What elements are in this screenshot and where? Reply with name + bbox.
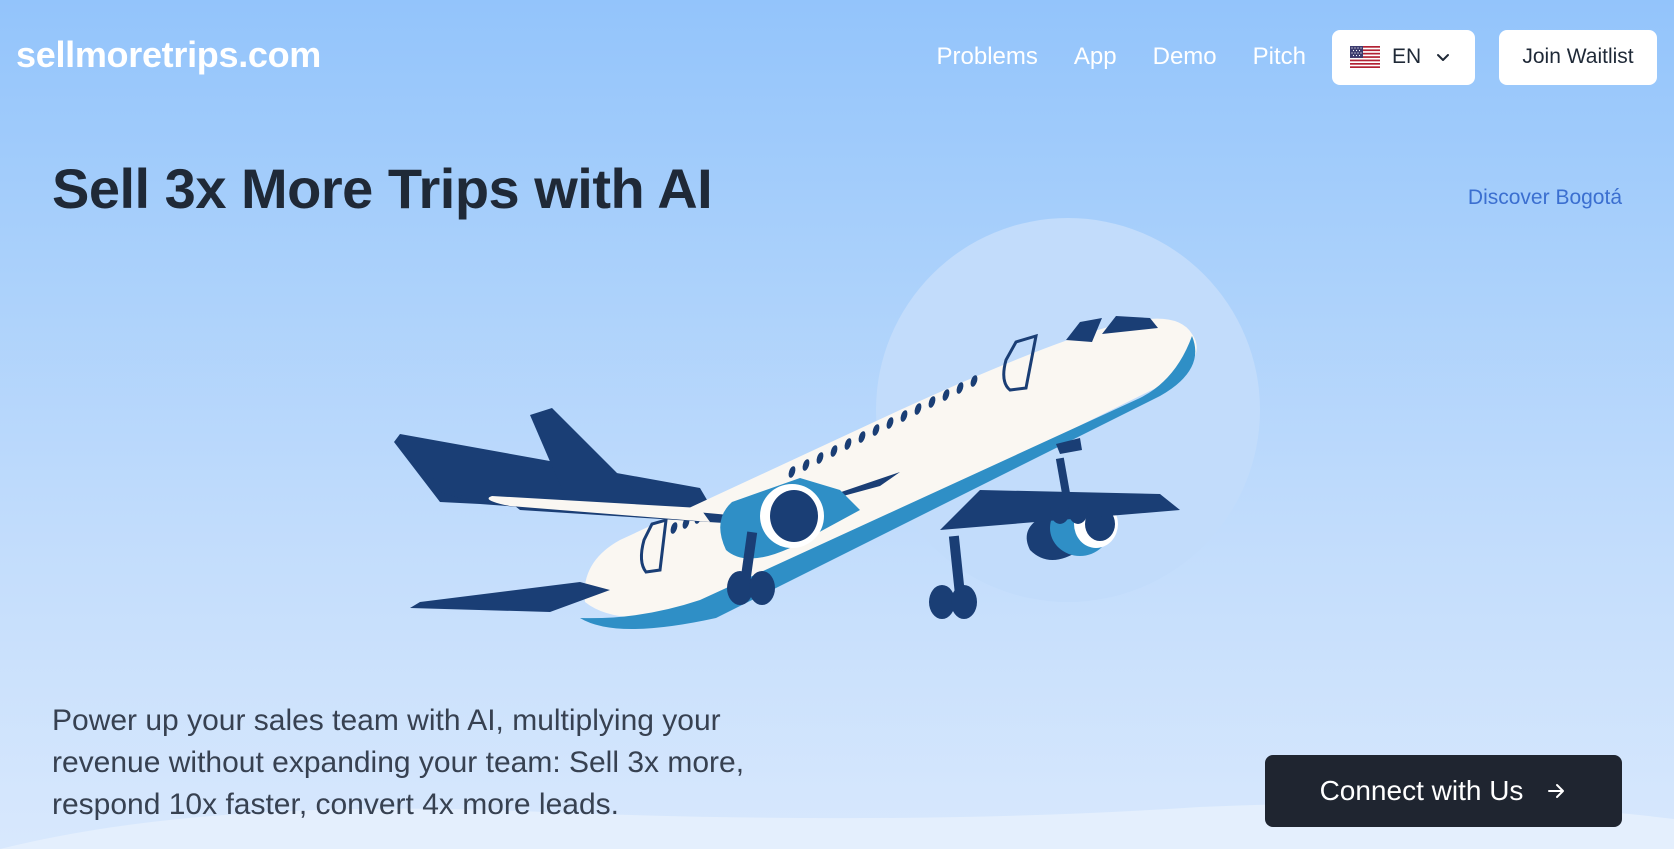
nav-link-app[interactable]: App xyxy=(1074,43,1117,71)
airplane-illustration xyxy=(394,218,1260,629)
nav-link-pitch[interactable]: Pitch xyxy=(1253,43,1306,71)
landing-page: sellmoretrips.com Problems App Demo Pitc… xyxy=(0,0,1674,849)
nav-link-problems[interactable]: Problems xyxy=(937,43,1038,71)
nav-link-demo[interactable]: Demo xyxy=(1153,43,1217,71)
chevron-down-icon xyxy=(1437,54,1450,61)
hero-lead-text: Power up your sales team with AI, multip… xyxy=(52,704,745,821)
join-waitlist-button[interactable]: Join Waitlist xyxy=(1499,29,1657,85)
arrow-right-icon xyxy=(1548,784,1565,798)
language-code: EN xyxy=(1392,45,1422,68)
discover-bogota-link[interactable]: Discover Bogotá xyxy=(1468,186,1622,210)
main-nav: Problems App Demo Pitch EN Join Waitlist xyxy=(937,29,1657,85)
us-flag-icon xyxy=(1350,46,1380,68)
site-logo[interactable]: sellmoretrips.com xyxy=(16,34,321,76)
connect-with-us-label: Connect with Us xyxy=(1319,775,1524,806)
connect-with-us-button[interactable]: Connect with Us xyxy=(1265,755,1622,827)
language-selector[interactable]: EN xyxy=(1332,29,1475,85)
